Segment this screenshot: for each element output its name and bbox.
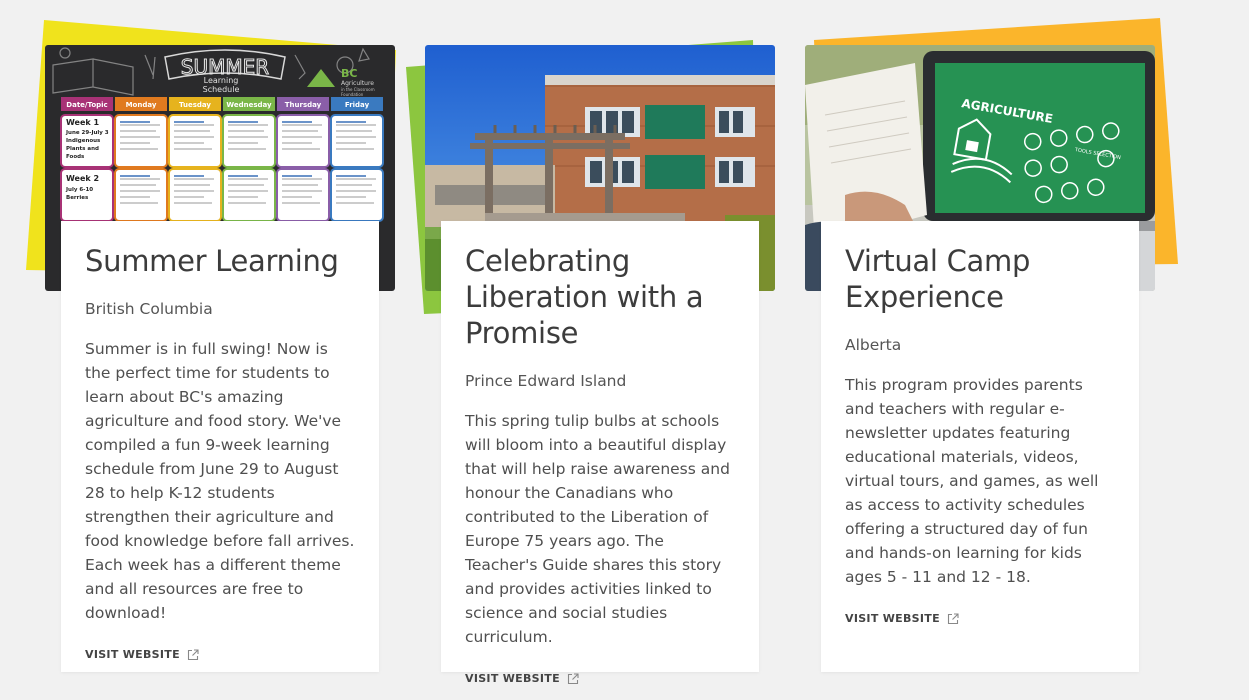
visit-website-link[interactable]: VISIT WEBSITE <box>845 612 959 625</box>
program-card-content: Celebrating Liberation with a Promise Pr… <box>441 221 759 685</box>
visit-website-label: VISIT WEBSITE <box>845 612 940 625</box>
card-description: This spring tulip bulbs at schools will … <box>465 412 730 646</box>
visit-website-label: VISIT WEBSITE <box>465 672 560 685</box>
program-card-3: AGRICULTURE TOOLS SELECTION Virtual Camp… <box>0 0 1178 700</box>
card-description: This program provides parents and teache… <box>845 376 1099 586</box>
external-link-icon <box>567 672 579 685</box>
visit-website-link[interactable]: VISIT WEBSITE <box>465 672 579 685</box>
card-title: Celebrating Liberation with a Promise <box>465 244 704 350</box>
card-region: Alberta <box>845 336 902 354</box>
program-card-content: Virtual Camp Experience Alberta This pro… <box>821 221 1139 672</box>
card-title: Virtual Camp Experience <box>845 244 1031 314</box>
card-region: Prince Edward Island <box>465 372 627 390</box>
external-link-icon <box>947 612 959 625</box>
